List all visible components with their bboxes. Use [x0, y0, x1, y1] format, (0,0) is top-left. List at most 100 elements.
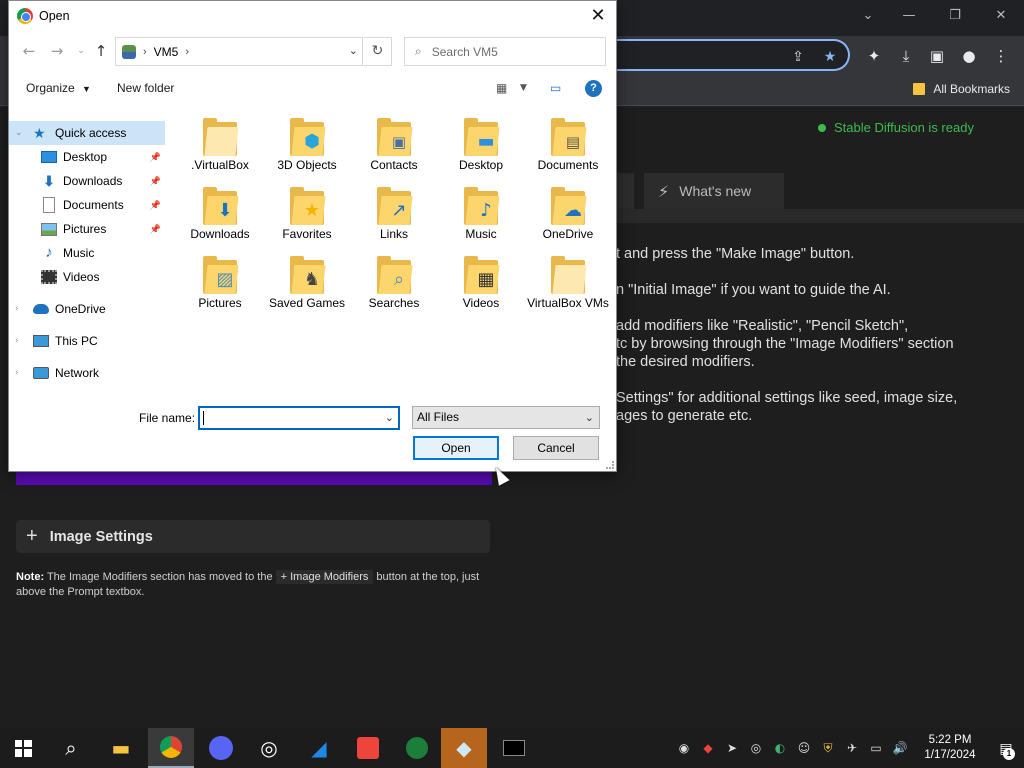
nav-item-onedrive[interactable]: › OneDrive — [9, 297, 165, 321]
address-bar[interactable]: ⇪ ★ — [600, 39, 850, 71]
all-bookmarks-button[interactable]: All Bookmarks — [913, 82, 1010, 96]
view-chevron-icon[interactable]: ▼ — [520, 83, 527, 93]
view-options-icon[interactable]: ▦ — [496, 81, 507, 95]
dialog-close-button[interactable]: ✕ — [586, 4, 610, 28]
preview-pane-icon[interactable]: ▭ — [550, 81, 561, 95]
taskbar-anydesk[interactable] — [345, 728, 391, 768]
tray-paper-plane-icon[interactable]: ➤ — [720, 728, 744, 768]
filetype-select[interactable]: All Files ⌄ — [412, 406, 600, 429]
filename-history-chevron-icon[interactable]: ⌄ — [385, 411, 394, 424]
organize-button[interactable]: Organize ▼ — [26, 81, 91, 95]
clock[interactable]: 5:22 PM 1/17/2024 — [912, 733, 988, 763]
start-button[interactable] — [0, 728, 46, 768]
nav-item-network[interactable]: › Network — [9, 361, 165, 385]
folder-virtualbox-vms[interactable]: VirtualBox VMs — [523, 252, 613, 320]
cloud-icon — [33, 304, 49, 314]
cancel-button[interactable]: Cancel — [513, 436, 599, 460]
expand-chevron-icon[interactable]: › — [15, 304, 19, 314]
tab-whats-new[interactable]: ⚡ What's new — [644, 173, 784, 209]
nav-item-this-pc[interactable]: › This PC — [9, 329, 165, 353]
address-chevron-icon[interactable]: ⌄ — [349, 44, 358, 57]
profile-avatar-icon[interactable]: ● — [959, 46, 979, 66]
folder-desktop[interactable]: ▬ Desktop — [436, 114, 526, 182]
up-arrow-icon[interactable]: ↑ — [91, 41, 111, 61]
folder-virtualbox[interactable]: .VirtualBox — [175, 114, 265, 182]
folder-3d-objects[interactable]: ⬢ 3D Objects — [262, 114, 352, 182]
notification-center-button[interactable]: ▤ 1 — [988, 728, 1024, 768]
taskbar-virtualbox[interactable]: ◆ — [441, 728, 487, 768]
back-arrow-icon[interactable]: ← — [19, 41, 39, 61]
folder-downloads[interactable]: ⬇ Downloads — [175, 183, 265, 251]
address-path[interactable]: › VM5 › ⌄ — [115, 37, 363, 66]
help-button[interactable]: ? — [585, 80, 602, 97]
taskbar-obs[interactable]: ◎ — [246, 728, 292, 768]
folder-favorites[interactable]: ★ Favorites — [262, 183, 352, 251]
expand-chevron-icon[interactable]: › — [15, 368, 19, 378]
folder-onedrive[interactable]: ☁ OneDrive — [523, 183, 613, 251]
tray-plane-icon[interactable]: ✈ — [840, 728, 864, 768]
folder-searches[interactable]: ⌕ Searches — [349, 252, 439, 320]
folder-music[interactable]: ♪ Music — [436, 183, 526, 251]
tray-anydesk-icon[interactable]: ◆ — [696, 728, 720, 768]
search-button[interactable]: ⌕ — [48, 728, 94, 768]
open-button[interactable]: Open — [413, 436, 499, 460]
taskbar-discord[interactable] — [198, 728, 244, 768]
nav-item-quick-access[interactable]: ⌄ ★ Quick access — [9, 121, 165, 145]
tray-network-icon[interactable]: ▭ — [864, 728, 888, 768]
nav-item-documents[interactable]: Documents 📌 — [9, 193, 165, 217]
tray-volume-icon[interactable]: 🔊 — [888, 728, 912, 768]
taskbar-chrome[interactable] — [148, 728, 194, 768]
close-window-button[interactable]: ✕ — [978, 0, 1024, 30]
breadcrumb-separator-icon[interactable]: › — [185, 46, 189, 58]
filename-input[interactable]: ⌄ — [198, 406, 400, 430]
tray-obs-icon[interactable]: ◎ — [744, 728, 768, 768]
minimize-button[interactable]: — — [886, 0, 932, 30]
folder-contacts[interactable]: ▣ Contacts — [349, 114, 439, 182]
restore-button[interactable]: ❐ — [932, 0, 978, 30]
file-label: 3D Objects — [277, 158, 337, 172]
tray-edge-icon[interactable]: ◐ — [768, 728, 792, 768]
dialog-titlebar[interactable]: Open ✕ — [9, 1, 616, 32]
tray-discord-icon[interactable]: ☺ — [792, 728, 816, 768]
forward-arrow-icon[interactable]: → — [47, 41, 67, 61]
make-image-button-edge[interactable] — [16, 471, 492, 485]
tray-security-icon[interactable]: ⛨ — [816, 728, 840, 768]
refresh-button[interactable]: ↻ — [364, 37, 392, 66]
taskbar-app-green[interactable] — [394, 728, 440, 768]
side-panel-icon[interactable]: ▣ — [927, 46, 947, 66]
search-input[interactable] — [431, 44, 582, 59]
folder-documents[interactable]: ▤ Documents — [523, 114, 613, 182]
folder-videos[interactable]: ▦ Videos — [436, 252, 526, 320]
taskbar-file-explorer[interactable]: ▬ — [98, 728, 144, 768]
folder-icon — [913, 83, 926, 95]
nav-item-downloads[interactable]: ⬇ Downloads 📌 — [9, 169, 165, 193]
menu-kebab-icon[interactable]: ⋮ — [991, 46, 1011, 66]
folder-saved-games[interactable]: ♞ Saved Games — [262, 252, 352, 320]
recent-chevron-icon[interactable]: ⌄ — [71, 41, 91, 61]
nav-item-videos[interactable]: Videos — [9, 265, 165, 289]
image-settings-toggle[interactable]: + Image Settings — [16, 520, 490, 553]
expand-chevron-icon[interactable]: ⌄ — [15, 128, 23, 138]
bookmark-star-icon[interactable]: ★ — [822, 48, 838, 64]
nav-item-music[interactable]: ♪ Music — [9, 241, 165, 265]
folder-pictures[interactable]: ▨ Pictures — [175, 252, 265, 320]
folder-links[interactable]: ↗ Links — [349, 183, 439, 251]
breadcrumb-vm5[interactable]: VM5 — [154, 45, 179, 59]
extensions-icon[interactable]: ✦ — [864, 46, 884, 66]
download-icon[interactable]: ⤓ — [896, 46, 916, 66]
folder-icon: ▤ — [551, 118, 587, 156]
tray-app-icon[interactable]: ◉ — [672, 728, 696, 768]
taskbar-terminal[interactable] — [491, 728, 537, 768]
obs-icon: ◎ — [260, 736, 278, 760]
share-icon[interactable]: ⇪ — [790, 48, 806, 64]
search-box[interactable]: ⌕ — [404, 37, 606, 66]
expand-chevron-icon[interactable]: › — [15, 336, 19, 346]
resize-grip[interactable] — [606, 461, 614, 469]
taskbar-wireshark[interactable]: ◢ — [296, 728, 342, 768]
nav-item-desktop[interactable]: Desktop 📌 — [9, 145, 165, 169]
tab-search-chevron-icon[interactable]: ⌄ — [850, 0, 886, 30]
nav-item-pictures[interactable]: Pictures 📌 — [9, 217, 165, 241]
status-indicator: Stable Diffusion is ready — [818, 120, 974, 135]
folder-icon: ⬢ — [290, 118, 326, 156]
new-folder-button[interactable]: New folder — [117, 81, 174, 95]
